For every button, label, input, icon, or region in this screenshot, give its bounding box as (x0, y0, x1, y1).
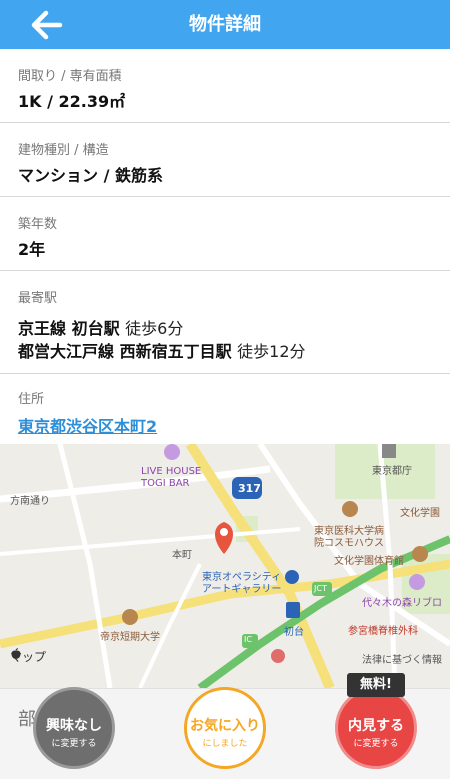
page-title: 物件詳細 (189, 14, 261, 35)
map-label-livehouse-1: LIVE HOUSE (141, 466, 202, 477)
station-line-2: 都営大江戸線 西新宿五丁目駅 徒歩12分 (18, 338, 306, 362)
header-bar: 物件詳細 (0, 0, 450, 49)
age-row: 築年数 2年 (0, 197, 450, 271)
map-view[interactable]: LIVE HOUSE TOGI BAR 方南通り 317 東京都庁 文化学園 東… (0, 444, 450, 688)
favorite-button[interactable]: お気に入り にしました (184, 687, 266, 769)
not-interested-button[interactable]: 興味なし に変更する (33, 687, 115, 769)
layout-row: 間取り / 専有面積 1K / 22.39㎡ (0, 49, 450, 123)
address-label: 住所 (18, 392, 45, 407)
map-label-teikyo: 帝京短期大学 (100, 632, 160, 643)
map-label-opera-2: アートギャラリー (202, 584, 282, 595)
map-label-yoyogi: 代々木の森リブロ (362, 598, 442, 609)
age-value: 2年 (18, 240, 46, 259)
address-row: 住所 東京都渋谷区本町2 (0, 374, 450, 444)
map-label-tmd-2: 院コスモハウス (314, 538, 384, 549)
not-interested-sub: に変更する (51, 739, 97, 749)
station-line-1-walk: 徒歩6分 (125, 319, 184, 338)
station-line-2-name: 都営大江戸線 西新宿五丁目駅 (18, 342, 232, 361)
map-label-bunka-gym: 文化学園体育館 (334, 556, 404, 567)
layout-value: 1K / 22.39㎡ (18, 92, 126, 111)
building-label: 建物種別 / 構造 (18, 143, 109, 158)
viewing-sub: に変更する (353, 739, 399, 749)
building-value: マンション / 鉄筋系 (18, 166, 163, 185)
jct-badge: JCT (314, 584, 327, 593)
map-label-livehouse-2: TOGI BAR (141, 478, 190, 489)
age-label: 築年数 (18, 217, 58, 232)
map-label-houritsu[interactable]: 法律に基づく情報 (362, 651, 442, 666)
map-label-hatsudai: 初台 (284, 627, 304, 638)
station-row: 最寄駅 京王線 初台駅 徒歩6分 都営大江戸線 西新宿五丁目駅 徒歩12分 (0, 271, 450, 374)
apple-logo-icon (11, 648, 21, 659)
map-label-tocho: 東京都庁 (372, 466, 412, 477)
favorite-sub: にしました (202, 739, 248, 749)
layout-label: 間取り / 専有面積 (18, 69, 122, 84)
route-317-badge: 317 (238, 482, 261, 495)
map-label-sangubashi: 参宮橋脊椎外科 (348, 626, 418, 637)
station-line-2-walk: 徒歩12分 (237, 342, 306, 361)
favorite-label: お気に入り (190, 718, 260, 734)
address-link[interactable]: 東京都渋谷区本町2 (18, 413, 157, 437)
station-label: 最寄駅 (18, 291, 58, 306)
station-line-1: 京王線 初台駅 徒歩6分 (18, 315, 183, 339)
map-label-bunka: 文化学園 (400, 508, 440, 519)
station-line-1-name: 京王線 初台駅 (18, 319, 120, 338)
free-badge: 無料! (347, 673, 405, 697)
building-row: 建物種別 / 構造 マンション / 鉄筋系 (0, 123, 450, 197)
ic-badge: IC (244, 635, 252, 644)
map-label-hokatsu: 方南通り (10, 496, 50, 507)
viewing-button[interactable]: 内見する に変更する (335, 687, 417, 769)
not-interested-label: 興味なし (46, 718, 102, 734)
map-label-honmachi: 本町 (172, 550, 192, 561)
viewing-label: 内見する (348, 718, 404, 734)
apple-maps-attribution: マップ (10, 648, 46, 665)
